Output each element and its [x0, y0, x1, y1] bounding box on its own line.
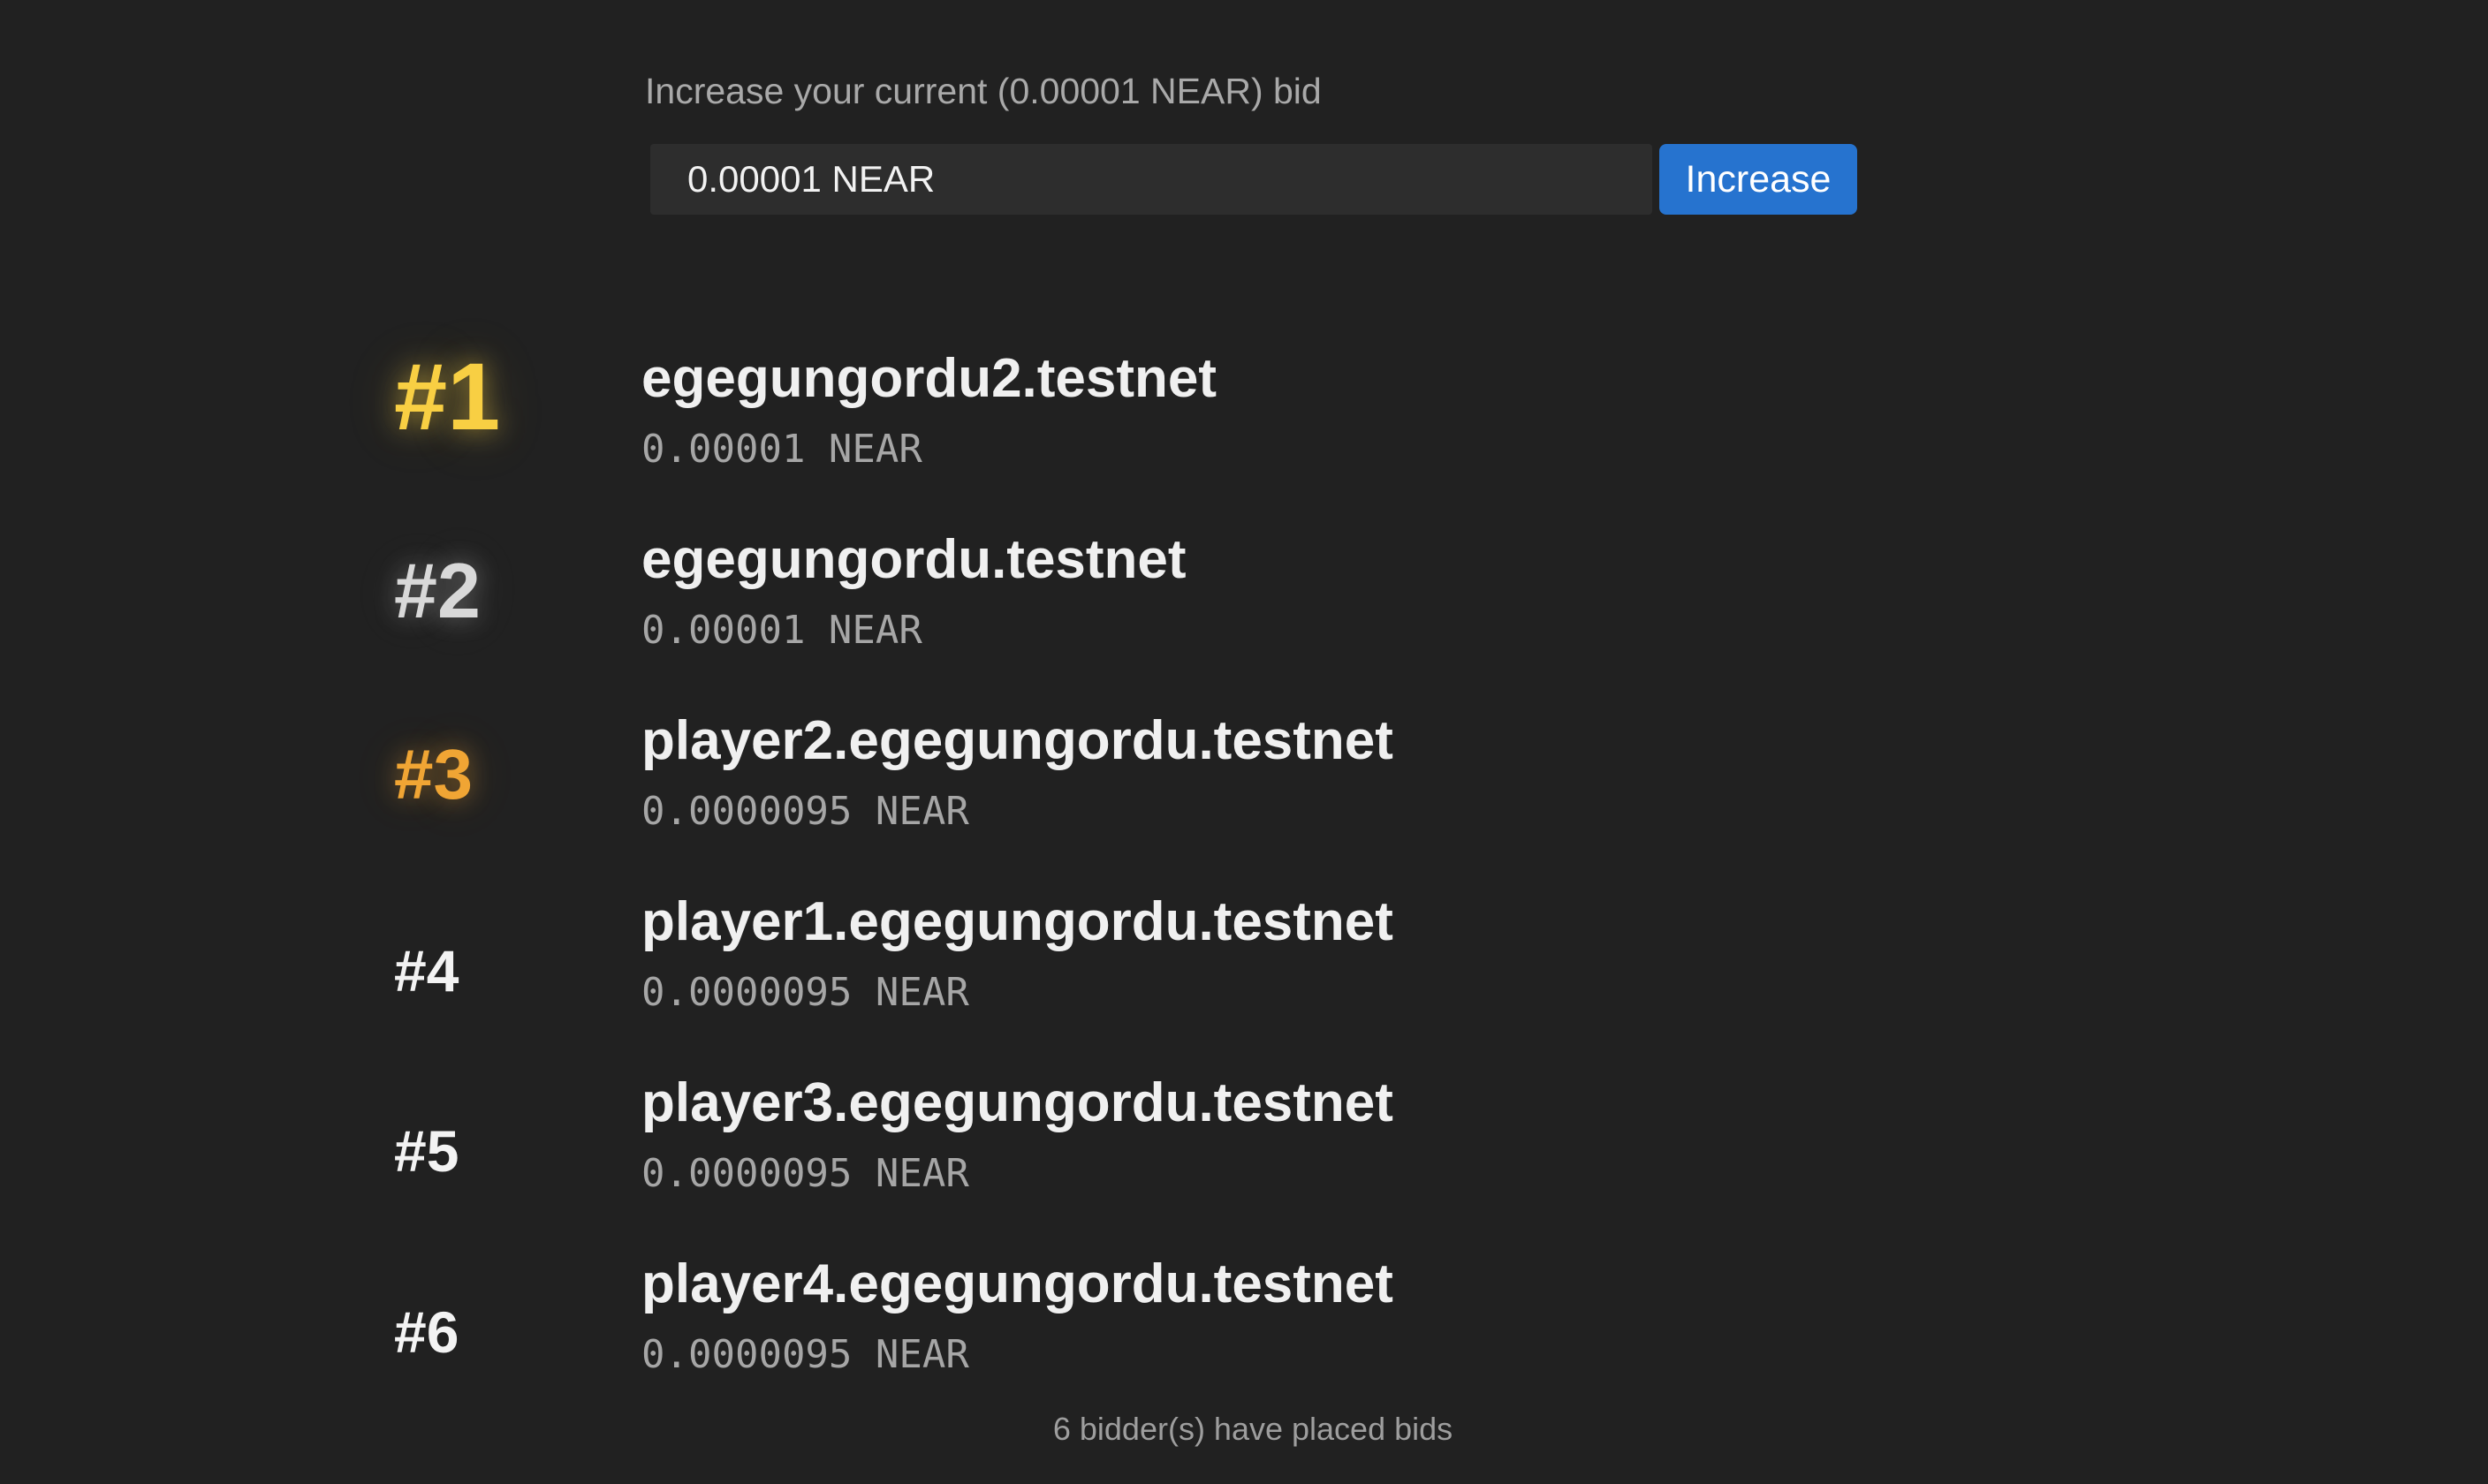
bid-amount: 0.0000095 NEAR — [641, 1151, 969, 1196]
rank-badge: #4 — [394, 938, 459, 1003]
bidders-leaderboard: #1 egegungordu2.testnet 0.00001 NEAR #2 … — [0, 0, 2488, 1484]
bidder-name: egegungordu2.testnet — [641, 348, 1217, 409]
bid-input-row: Increase — [650, 144, 1857, 215]
bid-amount: 0.00001 NEAR — [641, 608, 922, 653]
rank-badge: #3 — [394, 735, 473, 814]
bid-form-label: Increase your current (0.00001 NEAR) bid — [645, 71, 1322, 111]
rank-badge: #2 — [394, 547, 481, 634]
increase-bid-button[interactable]: Increase — [1659, 144, 1857, 215]
rank-badge: #5 — [394, 1118, 459, 1184]
bid-amount: 0.0000095 NEAR — [641, 1332, 969, 1377]
bidder-name: player4.egegungordu.testnet — [641, 1253, 1393, 1314]
rank-badge: #1 — [394, 343, 501, 450]
bidder-count-text: 6 bidder(s) have placed bids — [1052, 1411, 1453, 1447]
bidder-name: egegungordu.testnet — [641, 529, 1187, 590]
bid-amount: 0.00001 NEAR — [641, 427, 922, 472]
bid-amount: 0.0000095 NEAR — [641, 970, 969, 1015]
bidder-name: player3.egegungordu.testnet — [641, 1072, 1393, 1133]
bidder-name: player1.egegungordu.testnet — [641, 891, 1393, 952]
rank-badge: #6 — [394, 1299, 459, 1365]
bid-amount: 0.0000095 NEAR — [641, 789, 969, 834]
bid-amount-input[interactable] — [650, 144, 1652, 215]
bidder-name: player2.egegungordu.testnet — [641, 710, 1393, 771]
